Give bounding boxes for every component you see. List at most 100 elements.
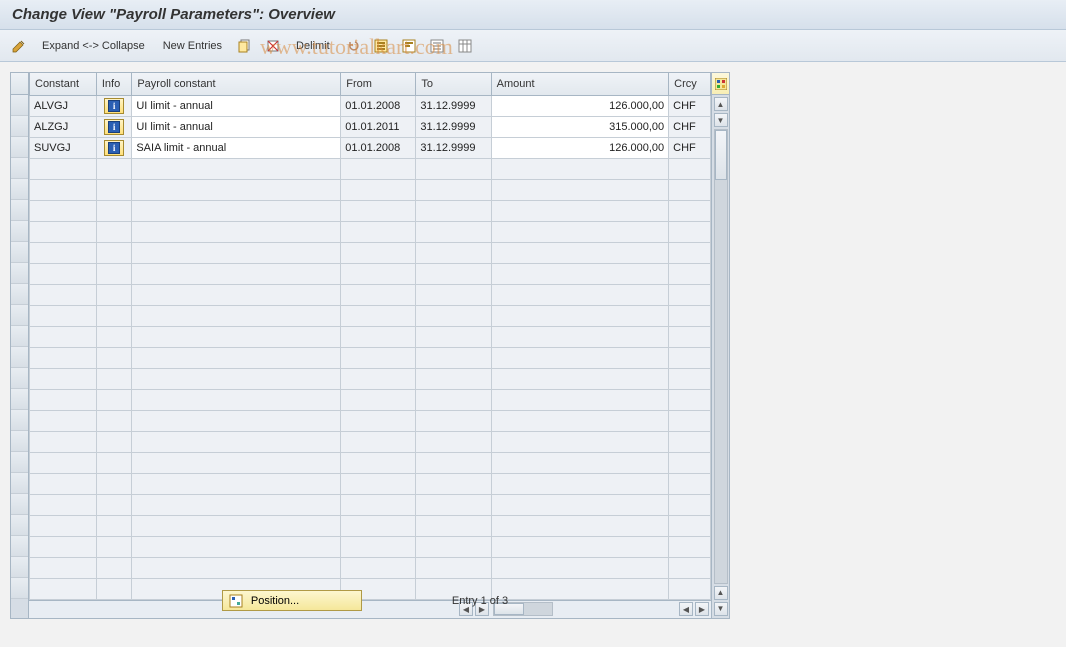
empty-cell[interactable] — [132, 200, 341, 221]
col-amount[interactable]: Amount — [491, 73, 669, 95]
empty-cell[interactable] — [132, 284, 341, 305]
empty-cell[interactable] — [491, 200, 669, 221]
empty-cell[interactable] — [132, 494, 341, 515]
empty-cell[interactable] — [491, 431, 669, 452]
empty-cell[interactable] — [416, 242, 491, 263]
empty-cell[interactable] — [669, 536, 711, 557]
empty-cell[interactable] — [132, 305, 341, 326]
empty-cell[interactable] — [416, 305, 491, 326]
cell-to[interactable]: 31.12.9999 — [416, 95, 491, 116]
empty-cell[interactable] — [669, 200, 711, 221]
empty-cell[interactable] — [30, 368, 97, 389]
empty-cell[interactable] — [96, 284, 132, 305]
empty-cell[interactable] — [96, 347, 132, 368]
empty-cell[interactable] — [491, 473, 669, 494]
empty-cell[interactable] — [96, 326, 132, 347]
deselect-all-icon[interactable] — [428, 37, 446, 55]
empty-cell[interactable] — [669, 221, 711, 242]
empty-cell[interactable] — [416, 221, 491, 242]
empty-cell[interactable] — [669, 242, 711, 263]
empty-cell[interactable] — [30, 536, 97, 557]
row-handle[interactable] — [11, 305, 28, 326]
empty-cell[interactable] — [30, 515, 97, 536]
table-row-empty[interactable] — [30, 347, 711, 368]
table-row-empty[interactable] — [30, 326, 711, 347]
info-button[interactable]: i — [104, 98, 124, 114]
scroll-track[interactable] — [714, 129, 728, 584]
empty-cell[interactable] — [132, 326, 341, 347]
empty-cell[interactable] — [341, 368, 416, 389]
empty-cell[interactable] — [416, 368, 491, 389]
empty-cell[interactable] — [132, 515, 341, 536]
empty-cell[interactable] — [416, 515, 491, 536]
empty-cell[interactable] — [416, 536, 491, 557]
copy-icon[interactable] — [236, 37, 254, 55]
table-row-empty[interactable] — [30, 305, 711, 326]
empty-cell[interactable] — [96, 515, 132, 536]
empty-cell[interactable] — [491, 158, 669, 179]
empty-cell[interactable] — [669, 368, 711, 389]
empty-cell[interactable] — [132, 221, 341, 242]
empty-cell[interactable] — [491, 557, 669, 578]
empty-cell[interactable] — [341, 452, 416, 473]
row-handle[interactable] — [11, 242, 28, 263]
empty-cell[interactable] — [491, 326, 669, 347]
empty-cell[interactable] — [132, 179, 341, 200]
select-all-icon[interactable] — [372, 37, 390, 55]
table-row[interactable]: ALVGJiUI limit - annual01.01.200831.12.9… — [30, 95, 711, 116]
empty-cell[interactable] — [341, 410, 416, 431]
empty-cell[interactable] — [30, 263, 97, 284]
empty-cell[interactable] — [491, 263, 669, 284]
empty-cell[interactable] — [30, 305, 97, 326]
row-handle[interactable] — [11, 326, 28, 347]
empty-cell[interactable] — [341, 494, 416, 515]
empty-cell[interactable] — [669, 158, 711, 179]
empty-cell[interactable] — [96, 431, 132, 452]
empty-cell[interactable] — [491, 494, 669, 515]
empty-cell[interactable] — [30, 557, 97, 578]
col-info[interactable]: Info — [96, 73, 132, 95]
table-row-empty[interactable] — [30, 557, 711, 578]
row-handle[interactable] — [11, 95, 28, 116]
empty-cell[interactable] — [30, 389, 97, 410]
empty-cell[interactable] — [416, 347, 491, 368]
empty-cell[interactable] — [30, 473, 97, 494]
empty-cell[interactable] — [491, 221, 669, 242]
empty-cell[interactable] — [30, 200, 97, 221]
row-handle[interactable] — [11, 221, 28, 242]
empty-cell[interactable] — [416, 410, 491, 431]
empty-cell[interactable] — [30, 431, 97, 452]
empty-cell[interactable] — [669, 515, 711, 536]
empty-cell[interactable] — [341, 473, 416, 494]
table-row-empty[interactable] — [30, 158, 711, 179]
scroll-down-icon[interactable]: ▼ — [714, 113, 728, 127]
empty-cell[interactable] — [30, 494, 97, 515]
empty-cell[interactable] — [96, 389, 132, 410]
table-row-empty[interactable] — [30, 263, 711, 284]
empty-cell[interactable] — [96, 158, 132, 179]
empty-cell[interactable] — [669, 347, 711, 368]
row-handle[interactable] — [11, 263, 28, 284]
empty-cell[interactable] — [96, 221, 132, 242]
empty-cell[interactable] — [96, 452, 132, 473]
empty-cell[interactable] — [132, 242, 341, 263]
empty-cell[interactable] — [96, 536, 132, 557]
table-row-empty[interactable] — [30, 221, 711, 242]
col-constant[interactable]: Constant — [30, 73, 97, 95]
select-block-icon[interactable] — [400, 37, 418, 55]
empty-cell[interactable] — [341, 431, 416, 452]
cell-crcy[interactable]: CHF — [669, 116, 711, 137]
empty-cell[interactable] — [341, 221, 416, 242]
empty-cell[interactable] — [416, 452, 491, 473]
empty-cell[interactable] — [669, 389, 711, 410]
table-row-empty[interactable] — [30, 452, 711, 473]
row-handle[interactable] — [11, 158, 28, 179]
cell-constant[interactable]: ALVGJ — [30, 95, 97, 116]
configure-table-icon[interactable] — [712, 73, 729, 95]
empty-cell[interactable] — [669, 557, 711, 578]
cell-to[interactable]: 31.12.9999 — [416, 137, 491, 158]
table-row-empty[interactable] — [30, 410, 711, 431]
table-row-empty[interactable] — [30, 368, 711, 389]
empty-cell[interactable] — [491, 536, 669, 557]
empty-cell[interactable] — [491, 389, 669, 410]
